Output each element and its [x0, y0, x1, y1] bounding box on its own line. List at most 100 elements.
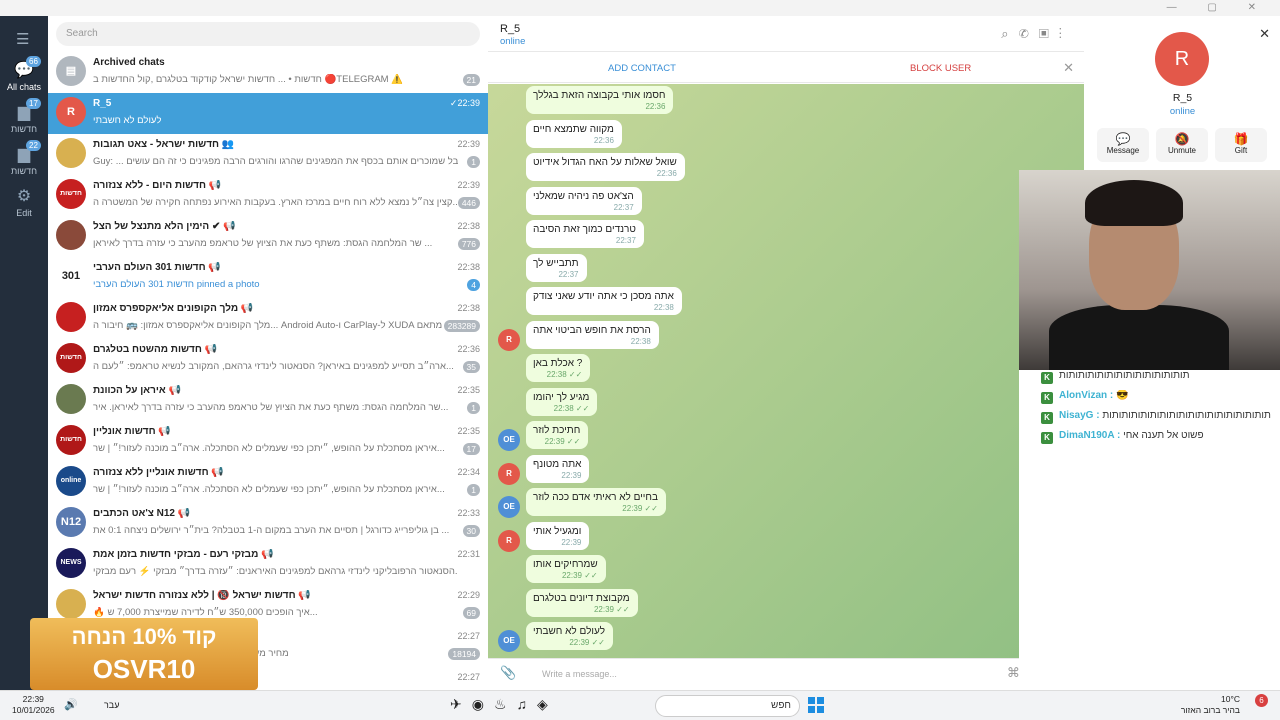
chat-name: חדשות ישראל 🔞 | ללא צנזורה חדשות ישראל 📢 [93, 590, 311, 601]
stream-msg: תותותותותותותותותותותותותות [1059, 370, 1190, 381]
webcam-overlay [1019, 170, 1280, 370]
chat-row[interactable]: איראן על הכוונת 📢 שר המלחמה הגסת: משתף כע… [48, 380, 488, 421]
message-bubble[interactable]: שואל שאלות על האח הגדול אידיוט 22:36 [526, 153, 685, 181]
chat-title[interactable]: R_5 [500, 23, 520, 35]
chat-row[interactable]: ▤ Archived chats חדשות • ... חדשות ישראל ק… [48, 52, 488, 93]
header-actions[interactable]: ⌕✆▣⋮ [1001, 26, 1072, 42]
phone-icon[interactable]: ✆ [1019, 26, 1039, 41]
unread-badge: 21 [462, 74, 480, 86]
stream-msg: 😎 [1116, 390, 1129, 401]
close-icon[interactable]: ✕ [1259, 26, 1270, 42]
chat-preview: חדשות • ... חדשות ישראל קודקוד בטלגרם ,ק… [93, 74, 404, 85]
search-icon[interactable]: ⌕ [1001, 26, 1018, 41]
message-bubble[interactable]: שמרחיקים אותו 22:39 ✓✓ [526, 555, 606, 583]
message-bubble[interactable]: מגיע לך יהומו 22:38 ✓✓ [526, 387, 598, 416]
close-icon[interactable]: ✕ [1063, 60, 1074, 76]
chat-time: 22:27 [457, 672, 480, 682]
message-bubble[interactable]: אכלת באן ? 22:38 ✓✓ [526, 354, 591, 382]
message-area[interactable]: חסמו אותי בקבוצה הזאת בגללך 22:36 מקווה שת… [488, 84, 1084, 658]
message-time: 22:39 ✓✓ [561, 571, 598, 580]
volume-icon[interactable]: 🔊 [64, 699, 86, 711]
window-controls[interactable]: — ▢ ✕ [1167, 2, 1270, 13]
search-input[interactable]: Search [56, 22, 480, 46]
taskbar-search[interactable]: חפש [655, 695, 800, 717]
chat-row[interactable]: online חדשות אונליין ללא צנזורה 📢 איראן מס… [48, 462, 488, 503]
chat-row[interactable]: חדשות חדשות אונליין 📢 איראן מסתכלת על ההופ… [48, 421, 488, 462]
message-text: חסמו אותי בקבוצה הזאת בגללך [533, 90, 666, 101]
message-bubble[interactable]: מקבוצת דיונים בטלגרם 22:39 ✓✓ [526, 588, 638, 617]
menu-icon[interactable]: ☰ [16, 30, 29, 48]
message-time: 22:36 [593, 135, 614, 145]
chat-preview: בן גוליפרייג כדורגל | תסיים את הערב במקו… [93, 525, 450, 536]
steam-icon[interactable]: ♨ [494, 696, 517, 712]
chat-avatar [56, 302, 86, 332]
chat-row[interactable]: הימין הלא מתנצל של הצל ✔ 📢 שר המלחמה הגסת… [48, 216, 488, 257]
message-bubble[interactable]: חסמו אותי בקבוצה הזאת בגללך 22:36 [526, 86, 674, 114]
chat-row[interactable]: חדשות היום חדשות היום - ללא צנזורה 📢 קצין … [48, 175, 488, 227]
button-label: Unmute [1167, 146, 1196, 155]
folder-edit[interactable]: ⚙ Edit [0, 186, 48, 218]
stream-msg: פשוט אל תענה אחי [1123, 430, 1204, 441]
message-bubble[interactable]: אתה מסכן כי אתה יודע שאני צודק 22:38 [526, 287, 682, 315]
chats-icon: 💬 [14, 62, 34, 79]
folder-all-chats[interactable]: 💬 66 All chats [0, 56, 48, 92]
chat-avatar: חדשות היום [56, 179, 86, 227]
message-bubble[interactable]: הרסת את חופש הביטוי אתה 22:38 [526, 320, 659, 349]
clock-date: 10/01/2026 [12, 705, 55, 715]
tray-icons[interactable]: 🔊 [64, 698, 86, 711]
message-bubble[interactable]: מקווה שתמצא חיים 22:36 [526, 119, 622, 148]
unread-badge: 18194 [448, 648, 480, 660]
folder-news-2[interactable]: ▆ 22 חדשות [0, 140, 48, 176]
chat-avatar: ▤ [56, 56, 86, 86]
chat-list: Search ▤ Archived chats חדשות • ... חדשות … [48, 16, 488, 690]
message-bubble[interactable]: תתבייש לך 22:37 [526, 253, 587, 282]
chat-avatar: 301 [56, 261, 86, 291]
sidebar-toggle-icon[interactable]: ▣ [1039, 26, 1059, 41]
message-button[interactable]: 💬 Message [1097, 128, 1149, 162]
chat-row[interactable]: מלך הקופונים אליאקספרס אמזון 📢 מלך הקופונ… [48, 298, 488, 339]
block-user-button[interactable]: BLOCK USER [910, 63, 971, 74]
windows-start-icon[interactable] [808, 697, 824, 713]
chat-row[interactable]: R R_5 לעולם לא חשבתי ✓22:39 [48, 93, 488, 134]
message-time: 22:39 [561, 537, 582, 547]
message-bubble[interactable]: בחיים לא ראיתי אדם ככה לוזר 22:39 ✓✓ [526, 488, 666, 516]
chat-time: 22:38 [457, 262, 480, 272]
discord-icon[interactable]: ◈ [537, 696, 558, 712]
clock[interactable]: 22:39 10/01/2026 [12, 694, 55, 716]
message-bubble[interactable]: אתה מטונף 22:39 [526, 454, 590, 483]
message-bubble[interactable]: הצ'אט פה ניהיה שמאלני 22:37 [526, 186, 642, 215]
chrome-icon[interactable]: ◉ [472, 696, 494, 712]
chat-row[interactable]: 301 חדשות 301 העולם הערבי 📢 חדשות 301 העול… [48, 257, 488, 298]
taskbar: 22:39 10/01/2026 🔊 עבר ✈◉♨♫◈ חפש 10°C בהיר… [0, 690, 1280, 720]
message-avatar: OE [498, 630, 520, 652]
unmute-button[interactable]: 🔕 Unmute [1156, 128, 1208, 162]
attach-icon[interactable]: 📎 [500, 665, 516, 681]
add-contact-button[interactable]: ADD CONTACT [608, 63, 676, 74]
chat-row[interactable]: חדשות חדשות מהשטח בטלגרם 📢 ארה״ב תסייע למפ… [48, 339, 488, 380]
message-input[interactable]: Write a message... [542, 669, 617, 679]
message-bubble[interactable]: ומגעיל אותי 22:39 [526, 521, 590, 550]
chat-time: 22:27 [457, 631, 480, 641]
language-indicator[interactable]: עבר [104, 700, 119, 710]
weather-widget[interactable]: 10°C בהיר ברוב האזור [1181, 694, 1240, 716]
message-bubble[interactable]: לעולם לא חשבתי 22:39 ✓✓ [526, 622, 614, 650]
kick-badge-icon: K [1041, 392, 1053, 404]
chat-row[interactable]: N12 צ'אט הכתבים N12 📢 בן גוליפרייג כדורגל … [48, 503, 488, 544]
spotify-icon[interactable]: ♫ [517, 696, 538, 712]
more-icon[interactable]: ⋮ [1059, 26, 1072, 41]
folder-news-1[interactable]: ▆ 17 חדשות [0, 98, 48, 134]
chat-row[interactable]: NEWS מבזקי רעם - מבזקי חדשות בזמן אמת 📢 הס… [48, 544, 488, 585]
telegram-icon[interactable]: ✈ [450, 696, 472, 712]
message-bubble[interactable]: טרנדים כמוך זאת הסיבה 22:37 [526, 220, 644, 248]
unread-badge: 283289 [443, 320, 480, 332]
chat-preview: שר המלחמה הגסת: משתף כעת את הציוץ של טרא… [93, 402, 449, 413]
message-avatar: R [498, 462, 520, 485]
message-icon: 💬 [1115, 132, 1131, 146]
message-bubble[interactable]: חתיכת לוזר 22:39 ✓✓ [526, 421, 589, 449]
chat-row[interactable]: חדשות ישראל - צאט תגובות 👥 Guy: ... חבל ש… [48, 134, 488, 175]
message-text: תתבייש לך [533, 257, 579, 269]
gift-button[interactable]: 🎁 Gift [1215, 128, 1267, 162]
folder-badge: 66 [26, 56, 41, 67]
pinned-apps[interactable]: ✈◉♨♫◈ [450, 696, 558, 713]
button-label: Gift [1234, 146, 1248, 155]
